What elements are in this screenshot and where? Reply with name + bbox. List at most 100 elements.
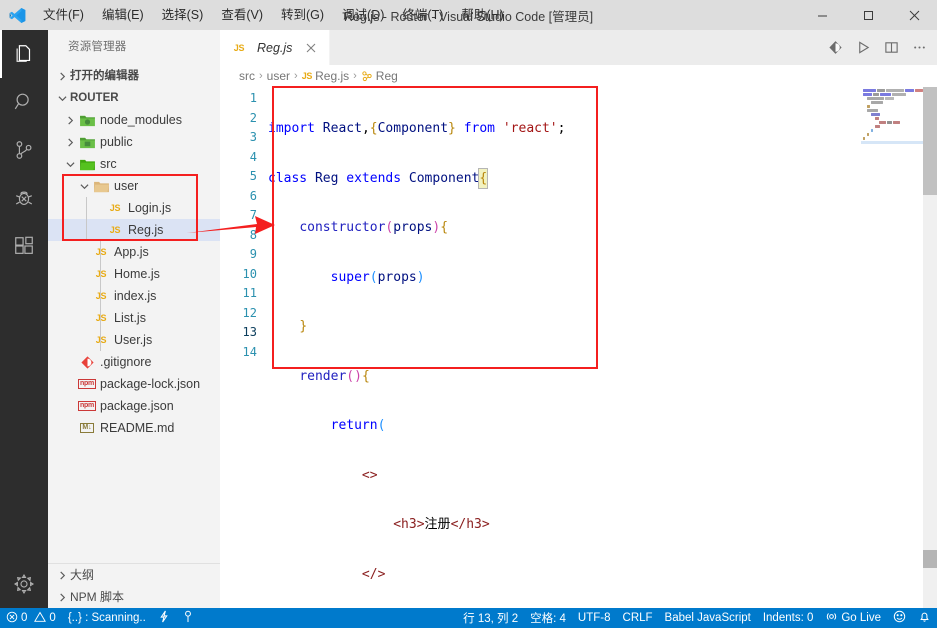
menu-view[interactable]: 查看(V) [212,0,272,30]
breadcrumb-separator: › [294,70,298,82]
status-encoding[interactable]: UTF-8 [572,608,617,628]
code-line-7: return( [330,418,386,433]
tree-item-label: Home.js [114,267,160,281]
line-number: 1 [249,91,257,105]
tree-item-readme-md[interactable]: M↓ README.md [48,417,220,439]
js-icon: JS [109,203,121,213]
compare-changes-button[interactable] [821,34,849,62]
code-editor[interactable]: 1 2 3 4 5 6 7 8 9 10 11 12 13 14 import … [220,87,937,608]
run-file-button[interactable] [849,34,877,62]
tree-item-user-js[interactable]: JS User.js [48,329,220,351]
js-icon: JS [301,71,313,81]
scrollbar-thumb[interactable] [923,87,937,195]
status-ports[interactable] [176,608,200,628]
close-button[interactable] [891,0,937,30]
breadcrumb-item-reg-js[interactable]: JS Reg.js [302,69,349,83]
status-eslint[interactable]: {..} : Scanning.. [62,608,152,628]
tree-item-package-json[interactable]: npm package.json [48,395,220,417]
tree-item-package-lock-json[interactable]: npm package-lock.json [48,373,220,395]
tab-reg-js[interactable]: JS Reg.js [220,30,330,65]
sidebar-section-npm-scripts[interactable]: NPM 脚本 [48,586,220,608]
status-go-live[interactable]: Go Live [819,608,887,628]
tree-item-app-js[interactable]: JS App.js [48,241,220,263]
tree-item-label: package-lock.json [100,377,201,391]
split-editor-button[interactable] [877,34,905,62]
activity-debug[interactable] [0,174,48,222]
line-number: 5 [249,169,257,183]
status-notifications[interactable] [912,608,937,628]
menu-edit[interactable]: 编辑(E) [93,0,153,30]
menu-goto[interactable]: 转到(G) [272,0,333,30]
activity-explorer[interactable] [0,30,48,78]
menu-help[interactable]: 帮助(H) [452,0,512,30]
status-problems[interactable]: 0 0 [0,608,62,628]
class-icon [361,70,373,82]
activity-extensions[interactable] [0,222,48,270]
breadcrumb-separator: › [353,70,357,82]
smiley-icon [893,610,906,626]
tree-item-list-js[interactable]: JS List.js [48,307,220,329]
status-cursor-position[interactable]: 行 13, 列 2 [457,608,524,628]
go-live-label: Go Live [841,612,881,624]
breadcrumb-item-reg-class[interactable]: Reg [361,69,398,83]
close-icon[interactable] [302,39,320,57]
markdown-icon: M↓ [80,423,94,433]
line-number: 12 [242,305,257,320]
npm-scripts-label: NPM 脚本 [70,590,125,604]
minimize-button[interactable] [799,0,845,30]
line-number: 9 [249,247,257,261]
more-actions-button[interactable] [905,34,933,62]
vscode-logo-icon [0,6,34,25]
error-icon [6,611,18,626]
scrollbar-thumb-secondary[interactable] [923,550,937,568]
tree-item-index-js[interactable]: JS index.js [48,285,220,307]
file-tree: node_modules public src user JS Login.js… [48,109,220,563]
tree-item-user[interactable]: user [48,175,220,197]
tree-item-label: user [114,179,139,193]
sidebar-section-project[interactable]: ROUTER [48,87,220,109]
sidebar-title: 资源管理器 [68,41,127,53]
tree-item-label: Login.js [128,201,172,215]
tree-item-public[interactable]: public [48,131,220,153]
sidebar-section-outline[interactable]: 大纲 [48,564,220,586]
menu-terminal[interactable]: 终端(T) [393,0,452,30]
status-eol[interactable]: CRLF [617,608,659,628]
activity-search[interactable] [0,78,48,126]
menu-debug[interactable]: 调试(D) [333,0,393,30]
minimap[interactable] [861,87,923,608]
line-number: 7 [249,208,257,222]
editor-scrollbar[interactable] [923,87,937,608]
tree-item-reg-js[interactable]: JS Reg.js [48,219,220,241]
maximize-button[interactable] [845,0,891,30]
tree-item-login-js[interactable]: JS Login.js [48,197,220,219]
status-lightning[interactable] [152,608,176,628]
breadcrumb-item-user[interactable]: user [267,69,290,83]
tree-item-home-js[interactable]: JS Home.js [48,263,220,285]
activity-manage-settings[interactable] [0,560,48,608]
line-number-active: 13 [242,325,257,339]
status-language-mode[interactable]: Babel JavaScript [659,608,757,628]
menu-selection[interactable]: 选择(S) [153,0,213,30]
indent-guide [86,197,87,241]
sidebar-section-open-editors[interactable]: 打开的编辑器 [48,65,220,87]
status-feedback[interactable] [887,608,912,628]
breadcrumb-item-src[interactable]: src [239,69,255,83]
warning-icon [34,611,47,626]
line-number: 8 [249,227,257,242]
line-number: 14 [242,344,257,359]
status-indentation[interactable]: 空格: 4 [524,608,572,628]
menu-file[interactable]: 文件(F) [34,0,93,30]
activity-source-control[interactable] [0,126,48,174]
folder-icon [92,180,110,193]
tree-item-node_modules[interactable]: node_modules [48,109,220,131]
js-icon: JS [92,313,110,323]
tree-item-gitignore[interactable]: .gitignore [48,351,220,373]
status-indents[interactable]: Indents: 0 [757,608,820,628]
bell-icon [918,610,931,626]
code-line-3: constructor(props){ [299,220,449,235]
code-lines[interactable]: import React,{Component} from 'react'; c… [268,87,868,608]
tree-item-src[interactable]: src [48,153,220,175]
tab-label: Reg.js [257,40,293,55]
line-number: 10 [242,266,257,281]
line-number: 11 [242,286,257,300]
